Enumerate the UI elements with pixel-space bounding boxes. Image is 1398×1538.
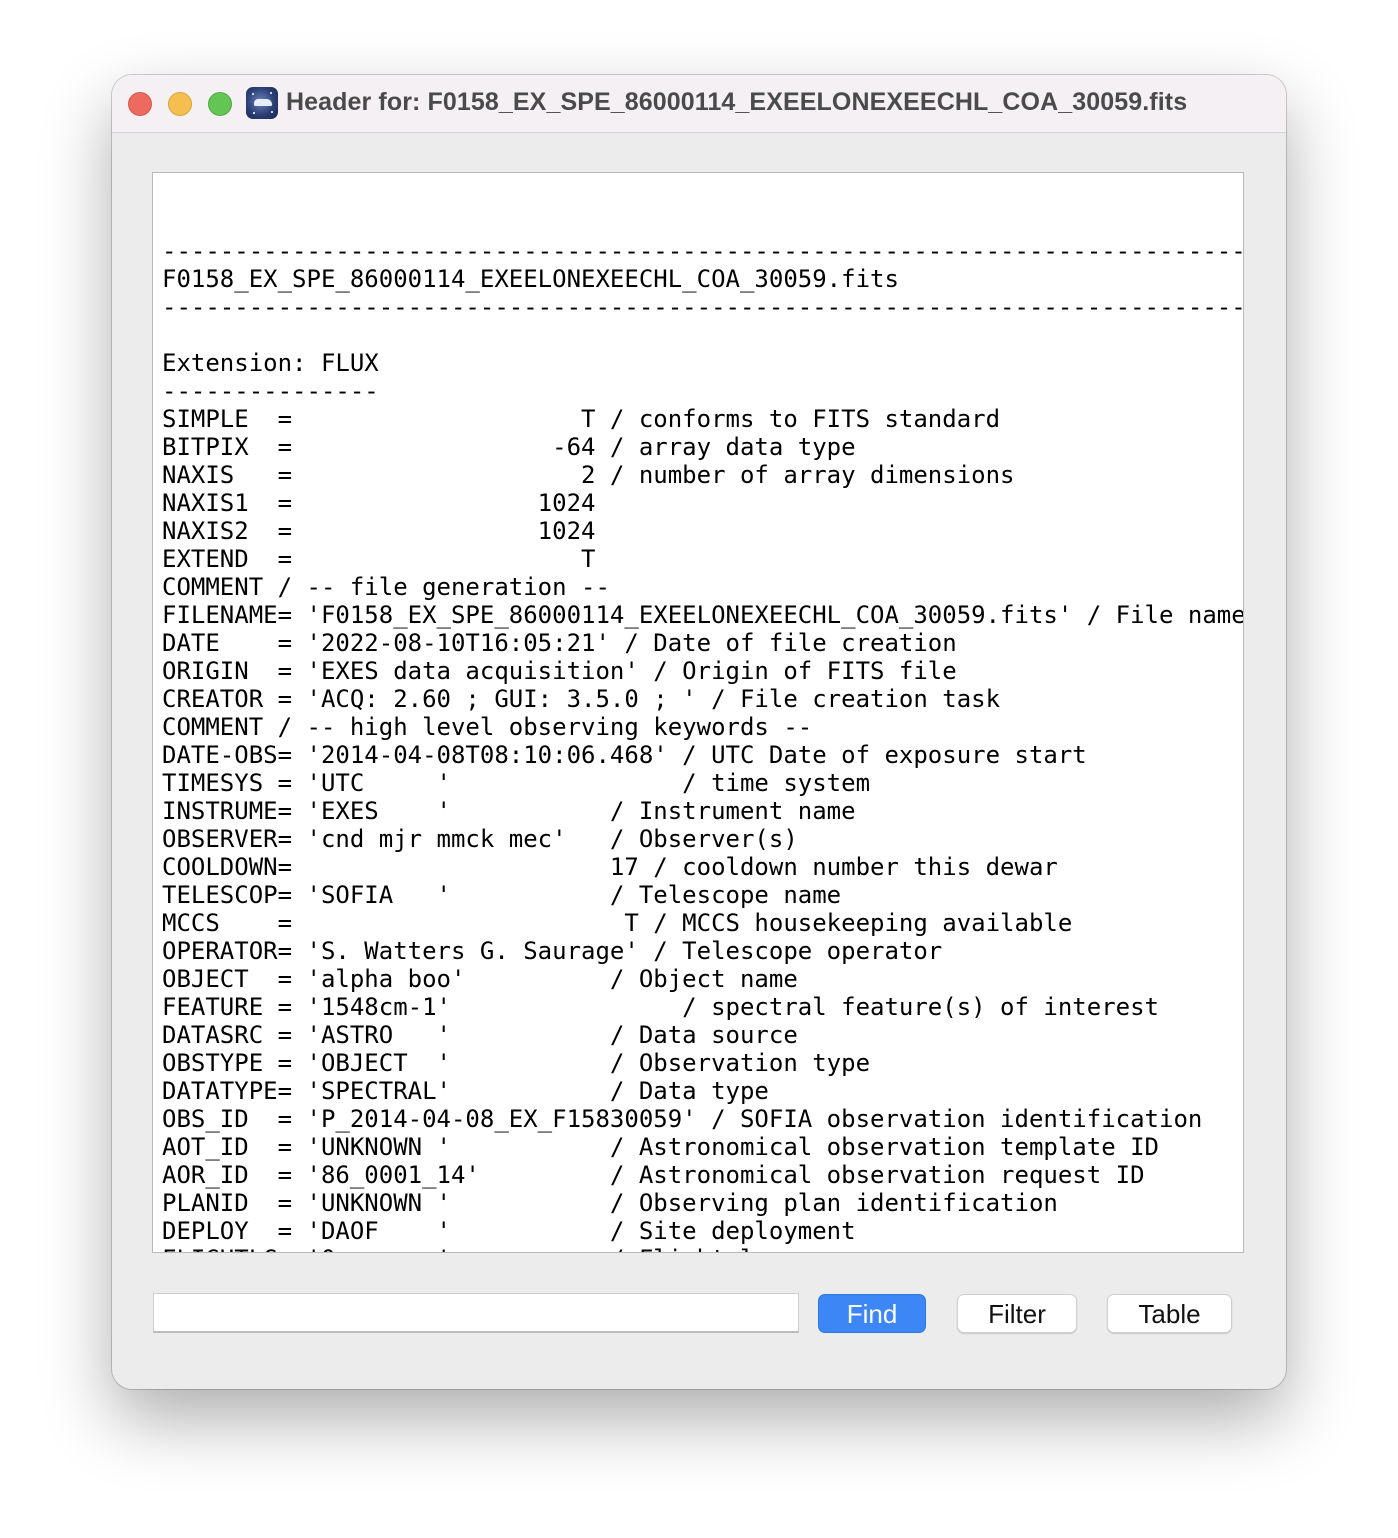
header-line: Extension: FLUX: [162, 349, 379, 377]
header-line: DATATYPE= 'SPECTRAL' / Data type: [162, 1077, 769, 1105]
header-line: ----------------------------------------…: [162, 237, 1244, 265]
header-line: EXTEND = T: [162, 545, 596, 573]
header-viewer-window: Header for: F0158_EX_SPE_86000114_EXEELO…: [112, 75, 1286, 1389]
star-dot: [252, 93, 254, 95]
header-line: DATE-OBS= '2014-04-08T08:10:06.468' / UT…: [162, 741, 1087, 769]
header-line: AOT_ID = 'UNKNOWN ' / Astronomical obser…: [162, 1133, 1159, 1161]
header-line: NAXIS2 = 1024: [162, 517, 596, 545]
header-line: ----------------------------------------…: [162, 293, 1244, 321]
telescope-shape: [254, 99, 272, 106]
header-line: ---------------: [162, 377, 379, 405]
filter-button[interactable]: Filter: [957, 1294, 1077, 1333]
header-line: AOR_ID = '86_0001_14' / Astronomical obs…: [162, 1161, 1145, 1189]
header-line: [162, 209, 1243, 237]
star-dot: [270, 92, 272, 94]
close-window-button[interactable]: [128, 92, 152, 116]
header-line: NAXIS1 = 1024: [162, 489, 596, 517]
table-button[interactable]: Table: [1107, 1294, 1232, 1333]
header-line: DEPLOY = 'DAOF ' / Site deployment: [162, 1217, 856, 1245]
star-dot: [253, 112, 255, 114]
search-input[interactable]: [153, 1293, 799, 1333]
header-line: OBSTYPE = 'OBJECT ' / Observation type: [162, 1049, 871, 1077]
window-title: Header for: F0158_EX_SPE_86000114_EXEELO…: [286, 88, 1188, 116]
header-line: OBSERVER= 'cnd mjr mmck mec' / Observer(…: [162, 825, 798, 853]
header-line: F0158_EX_SPE_86000114_EXEELONEXEECHL_COA…: [162, 265, 899, 293]
header-line: DATE = '2022-08-10T16:05:21' / Date of f…: [162, 629, 957, 657]
app-icon: [246, 87, 278, 119]
header-line: DATASRC = 'ASTRO ' / Data source: [162, 1021, 798, 1049]
header-line: COMMENT / -- high level observing keywor…: [162, 713, 813, 741]
header-line: [162, 321, 1243, 349]
header-line: FILENAME= 'F0158_EX_SPE_86000114_EXEELON…: [162, 601, 1244, 629]
header-line: ORIGIN = 'EXES data acquisition' / Origi…: [162, 657, 957, 685]
header-line: COMMENT / -- file generation --: [162, 573, 610, 601]
zoom-window-button[interactable]: [208, 92, 232, 116]
header-line: BITPIX = -64 / array data type: [162, 433, 856, 461]
header-line: FLIGHTLG= '0 ' / Flight leg: [162, 1245, 1243, 1252]
header-line: TIMESYS = 'UTC ' / time system: [162, 769, 871, 797]
find-button[interactable]: Find: [818, 1294, 926, 1333]
header-line: COOLDOWN= 17 / cooldown number this dewa…: [162, 853, 1058, 881]
header-line: MCCS = T / MCCS housekeeping available: [162, 909, 1073, 937]
header-line: OPERATOR= 'S. Watters G. Saurage' / Tele…: [162, 937, 943, 965]
header-line: INSTRUME= 'EXES ' / Instrument name: [162, 797, 856, 825]
header-line: OBS_ID = 'P_2014-04-08_EX_F15830059' / S…: [162, 1105, 1203, 1133]
header-line: FEATURE = '1548cm-1' / spectral feature(…: [162, 993, 1159, 1021]
header-lines: ----------------------------------------…: [162, 209, 1244, 1252]
header-line: NAXIS = 2 / number of array dimensions: [162, 461, 1015, 489]
header-line: PLANID = 'UNKNOWN ' / Observing plan ide…: [162, 1189, 1058, 1217]
minimize-window-button[interactable]: [168, 92, 192, 116]
title-bar[interactable]: Header for: F0158_EX_SPE_86000114_EXEELO…: [112, 75, 1286, 133]
star-dot: [271, 111, 273, 113]
header-line: TELESCOP= 'SOFIA ' / Telescope name: [162, 881, 842, 909]
header-line: CREATOR = 'ACQ: 2.60 ; GUI: 3.5.0 ; ' / …: [162, 685, 1001, 713]
header-line: OBJECT = 'alpha boo' / Object name: [162, 965, 798, 993]
header-line: SIMPLE = T / conforms to FITS standard: [162, 405, 1001, 433]
header-text-area[interactable]: ----------------------------------------…: [152, 172, 1244, 1253]
